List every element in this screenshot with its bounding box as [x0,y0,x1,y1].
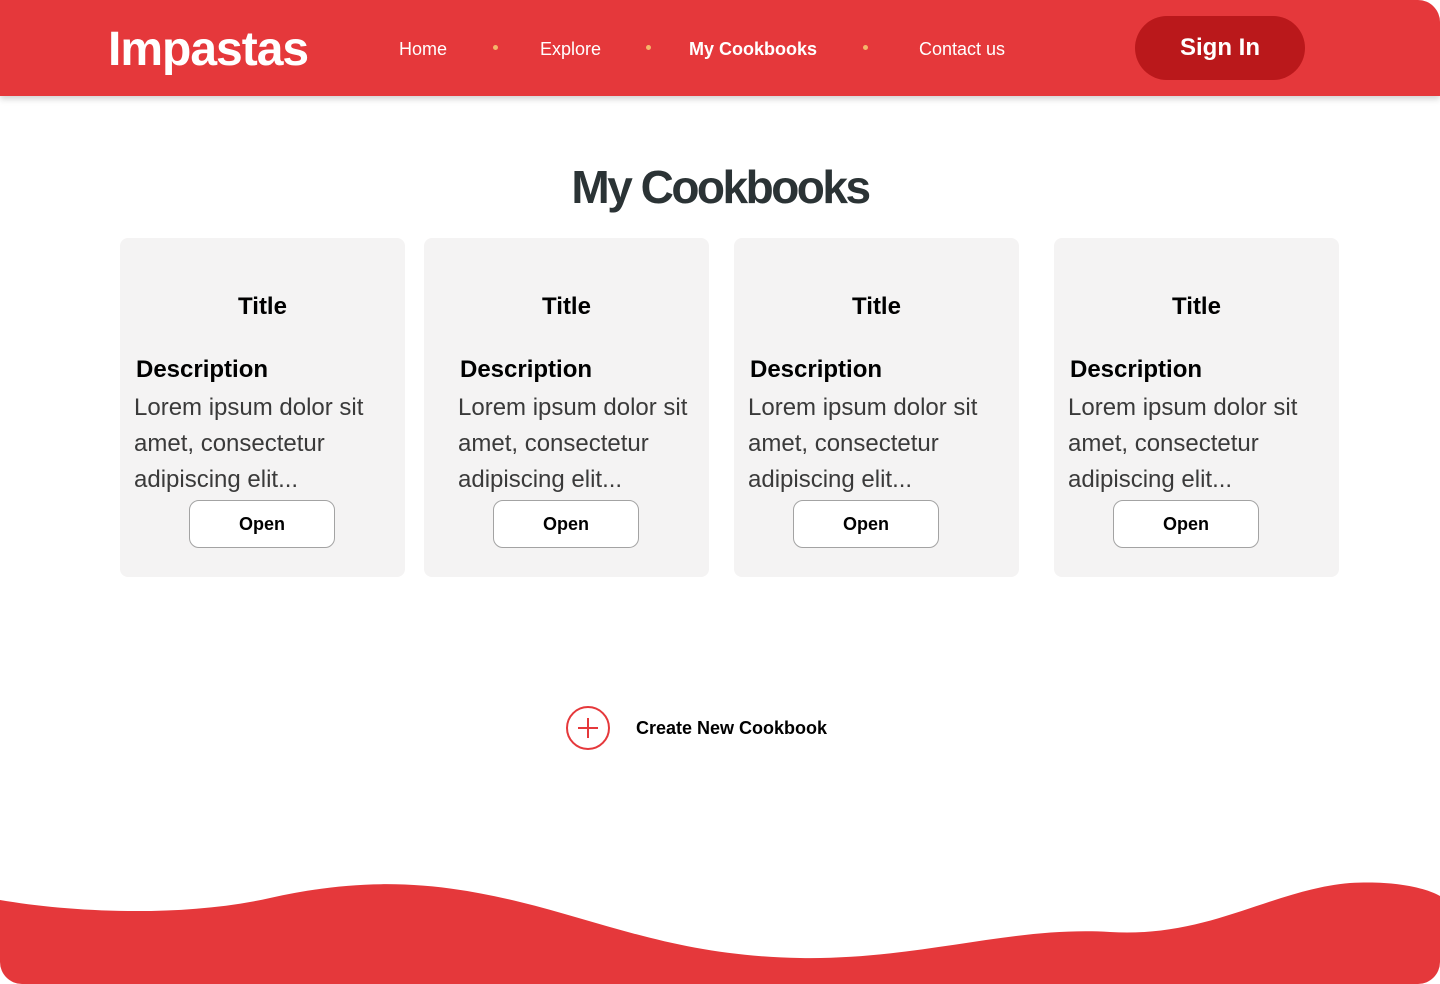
card-title: Title [1172,293,1221,320]
card-description: Lorem ipsum dolor sit amet, consectetur … [458,394,688,493]
nav-separator-dot [646,45,651,50]
open-cookbook-button[interactable]: Open [1113,500,1259,548]
card-description-label: Description [136,356,269,383]
card-description: Lorem ipsum dolor sit amet, consectetur … [1068,394,1298,493]
cookbook-card: Title Description Lorem ipsum dolor sit … [1054,238,1339,577]
card-title: Title [238,293,287,320]
app-frame: Impastas Home Explore My Cookbooks Conta… [0,0,1440,984]
card-description-label: Description [1070,356,1203,383]
cookbook-card: Title Description Lorem ipsum dolor sit … [424,238,709,577]
card-description-label: Description [750,356,883,383]
card-description: Lorem ipsum dolor sit amet, consectetur … [134,394,364,493]
footer-wave [0,882,1440,984]
cookbook-card: Title Description Lorem ipsum dolor sit … [734,238,1019,577]
nav-my-cookbooks[interactable]: My Cookbooks [689,38,817,60]
top-navbar: Impastas Home Explore My Cookbooks Conta… [0,0,1440,96]
card-title: Title [852,293,901,320]
create-new-cookbook-label[interactable]: Create New Cookbook [636,718,827,739]
nav-home[interactable]: Home [399,38,447,60]
card-description: Lorem ipsum dolor sit amet, consectetur … [748,394,978,493]
open-cookbook-button[interactable]: Open [493,500,639,548]
logo[interactable]: Impastas [108,22,309,78]
plus-circle-icon[interactable] [566,706,610,750]
card-description-label: Description [460,356,593,383]
nav-explore[interactable]: Explore [540,38,601,60]
cookbook-card: Title Description Lorem ipsum dolor sit … [120,238,405,577]
card-title: Title [542,293,591,320]
nav-contact-us[interactable]: Contact us [919,38,1005,60]
sign-in-button[interactable]: Sign In [1135,16,1305,80]
open-cookbook-button[interactable]: Open [793,500,939,548]
nav-separator-dot [493,45,498,50]
page-title: My Cookbooks [571,161,871,213]
open-cookbook-button[interactable]: Open [189,500,335,548]
create-new-cookbook-button[interactable]: Create New Cookbook [566,706,827,750]
nav-separator-dot [863,45,868,50]
